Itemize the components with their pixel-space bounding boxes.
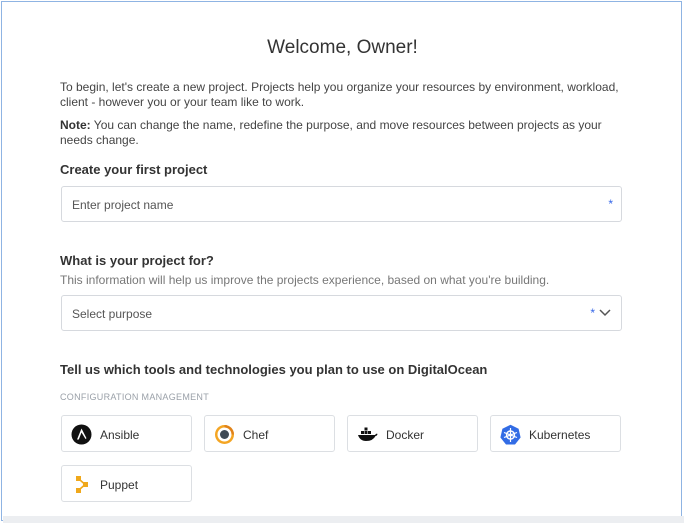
tool-chef[interactable]: Chef <box>204 415 335 452</box>
note-text: Note: You can change the name, redefine … <box>60 118 630 148</box>
tool-label: Puppet <box>100 478 139 492</box>
scroll-fade <box>3 516 684 523</box>
required-marker: * <box>590 306 595 320</box>
puppet-icon <box>76 476 88 493</box>
docker-icon <box>358 427 378 441</box>
tool-puppet[interactable]: Puppet <box>61 465 192 502</box>
tools-heading: Tell us which tools and technologies you… <box>60 362 488 377</box>
project-heading: Create your first project <box>60 162 208 177</box>
chevron-down-icon <box>599 309 611 317</box>
intro-text: To begin, let's create a new project. Pr… <box>60 80 619 109</box>
category-label: CONFIGURATION MANAGEMENT <box>60 392 210 402</box>
tool-kubernetes[interactable]: Kubernetes <box>490 415 621 452</box>
note-label: Note: <box>60 118 91 132</box>
note-body: You can change the name, redefine the pu… <box>60 118 602 147</box>
tool-docker[interactable]: Docker <box>347 415 478 452</box>
chef-icon <box>215 425 234 444</box>
tool-label: Kubernetes <box>529 428 591 442</box>
purpose-heading: What is your project for? <box>60 253 214 268</box>
tool-label: Chef <box>243 428 269 442</box>
required-marker: * <box>608 197 613 211</box>
page-title: Welcome, Owner! <box>267 37 418 58</box>
purpose-select-value: Select purpose <box>72 307 153 321</box>
project-name-placeholder: Enter project name <box>72 198 174 212</box>
tool-label: Docker <box>386 428 425 442</box>
tool-label: Ansible <box>100 428 140 442</box>
welcome-panel: Welcome, Owner! To begin, let's create a… <box>1 1 684 523</box>
kubernetes-icon <box>500 424 521 445</box>
project-name-input[interactable]: Enter project name * <box>61 186 622 222</box>
purpose-help-text: This information will help us improve th… <box>60 273 550 287</box>
purpose-select[interactable]: Select purpose * <box>61 295 622 331</box>
tool-ansible[interactable]: Ansible <box>61 415 192 452</box>
ansible-icon <box>71 424 92 445</box>
